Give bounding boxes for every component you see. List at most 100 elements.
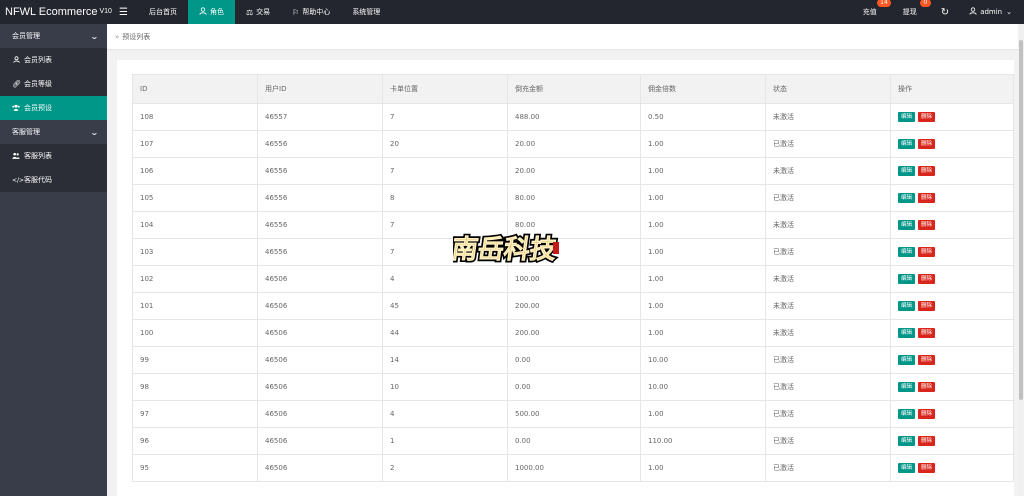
sidebar-item-label: 会员列表 <box>24 56 52 64</box>
nav-system[interactable]: 系统管理 <box>341 0 391 24</box>
breadcrumb-current[interactable]: 预设列表 <box>122 32 150 42</box>
cell-id: 99 <box>132 346 258 374</box>
cell-amount: 100.00 <box>507 265 641 293</box>
edit-button[interactable]: 编辑 <box>898 355 916 365</box>
app-logo[interactable]: NFWL Ecommerce V10 <box>0 0 112 24</box>
edit-button[interactable]: 编辑 <box>898 274 916 284</box>
cell-status: 已激活 <box>765 184 891 212</box>
sidebar-group-service[interactable]: 客服管理 ⌄ <box>0 120 107 144</box>
cell-user-id: 46506 <box>257 346 383 374</box>
flag-icon: ⚐ <box>292 7 300 17</box>
edit-button[interactable]: 编辑 <box>898 382 916 392</box>
cell-user-id: 46506 <box>257 400 383 428</box>
cell-card-position: 14 <box>382 346 508 374</box>
delete-button[interactable]: 删除 <box>918 166 936 176</box>
edit-button[interactable]: 编辑 <box>898 220 916 230</box>
cell-commission: 1.00 <box>640 157 766 185</box>
user-icon <box>12 55 20 65</box>
delete-button[interactable]: 删除 <box>918 409 936 419</box>
cell-user-id: 46556 <box>257 157 383 185</box>
sidebar-item-member-preset[interactable]: 会员预设 <box>0 96 107 120</box>
scrollbar-thumb[interactable] <box>1019 40 1023 400</box>
delete-button[interactable]: 删除 <box>918 382 936 392</box>
cell-status: 未激活 <box>765 103 891 131</box>
vertical-scrollbar[interactable] <box>1018 24 1024 496</box>
cell-actions: 编辑 删除 <box>890 400 1014 428</box>
cell-card-position: 45 <box>382 292 508 320</box>
nav-role-label: 角色 <box>209 8 224 16</box>
cell-status: 已激活 <box>765 427 891 455</box>
chevron-down-icon: ⌄ <box>89 31 100 41</box>
hamburger-icon: ☰ <box>119 6 128 18</box>
delete-button[interactable]: 删除 <box>918 301 936 311</box>
edit-button[interactable]: 编辑 <box>898 436 916 446</box>
cell-actions: 编辑 删除 <box>890 427 1014 455</box>
cell-card-position: 1 <box>382 427 508 455</box>
chevron-down-icon: ⌄ <box>89 127 100 137</box>
cell-status: 已激活 <box>765 373 891 401</box>
edit-button[interactable]: 编辑 <box>898 166 916 176</box>
cell-card-position: 2 <box>382 454 508 482</box>
cell-id: 107 <box>132 130 258 158</box>
cell-id: 100 <box>132 319 258 347</box>
cell-card-position: 7 <box>382 103 508 131</box>
cell-status: 已激活 <box>765 400 891 428</box>
delete-button[interactable]: 删除 <box>918 220 936 230</box>
withdraw-link[interactable]: 提现 0 <box>893 0 931 24</box>
col-header-commission: 佣金倍数 <box>640 74 766 104</box>
nav-system-label: 系统管理 <box>352 8 381 16</box>
sidebar-item-member-level[interactable]: 🔗︎ 会员等级 <box>0 72 107 96</box>
withdraw-label: 提现 <box>902 8 917 16</box>
delete-button[interactable]: 删除 <box>918 112 936 122</box>
cell-amount: 1000.00 <box>507 454 641 482</box>
delete-button[interactable]: 删除 <box>918 463 936 473</box>
sidebar-item-service-code[interactable]: </> 客服代码 <box>0 168 107 192</box>
cell-status: 未激活 <box>765 292 891 320</box>
edit-button[interactable]: 编辑 <box>898 301 916 311</box>
nav-home-label: 后台首页 <box>148 8 177 16</box>
cell-commission: 1.00 <box>640 292 766 320</box>
delete-button[interactable]: 删除 <box>918 193 936 203</box>
cell-user-id: 46556 <box>257 184 383 212</box>
delete-button[interactable]: 删除 <box>918 328 936 338</box>
main-content: » 预设列表 ID 用户ID 卡单位置 倒充金额 佣金倍数 状态 操作 108 4… <box>107 24 1024 496</box>
cell-commission: 1.00 <box>640 130 766 158</box>
edit-button[interactable]: 编辑 <box>898 328 916 338</box>
nav-help[interactable]: ⚐ 帮助中心 <box>281 0 341 24</box>
preset-table: ID 用户ID 卡单位置 倒充金额 佣金倍数 状态 操作 108 46557 7 48… <box>132 74 1014 482</box>
nav-trade[interactable]: ⚖ 交易 <box>235 0 281 24</box>
edit-button[interactable]: 编辑 <box>898 247 916 257</box>
table-row: 99 46506 14 0.00 10.00 已激活 编辑 删除 <box>132 346 1014 374</box>
cell-card-position: 44 <box>382 319 508 347</box>
edit-button[interactable]: 编辑 <box>898 409 916 419</box>
delete-button[interactable]: 删除 <box>918 247 936 257</box>
table-row: 108 46557 7 488.00 0.50 未激活 编辑 删除 <box>132 103 1014 131</box>
user-menu[interactable]: admin ⌄ <box>959 0 1024 24</box>
col-header-card-position: 卡单位置 <box>382 74 508 104</box>
sidebar-item-service-list[interactable]: 客服列表 <box>0 144 107 168</box>
col-header-id: ID <box>132 74 258 104</box>
edit-button[interactable]: 编辑 <box>898 463 916 473</box>
nav-home[interactable]: 后台首页 <box>138 0 188 24</box>
recharge-badge: 14 <box>877 0 891 7</box>
cell-status: 未激活 <box>765 319 891 347</box>
cell-status: 已激活 <box>765 346 891 374</box>
edit-button[interactable]: 编辑 <box>898 139 916 149</box>
cell-commission: 1.00 <box>640 454 766 482</box>
delete-button[interactable]: 删除 <box>918 436 936 446</box>
nav-role[interactable]: 角色 <box>187 0 235 24</box>
edit-button[interactable]: 编辑 <box>898 112 916 122</box>
recharge-link[interactable]: 充值 14 <box>853 0 891 24</box>
sidebar-item-member-list[interactable]: 会员列表 <box>0 48 107 72</box>
cell-actions: 编辑 删除 <box>890 103 1014 131</box>
edit-button[interactable]: 编辑 <box>898 193 916 203</box>
cell-id: 101 <box>132 292 258 320</box>
delete-button[interactable]: 删除 <box>918 355 936 365</box>
chevron-down-icon: ⌄ <box>1006 8 1012 16</box>
refresh-button[interactable]: ↻ <box>931 0 959 24</box>
sidebar-group-members[interactable]: 会员管理 ⌄ <box>0 24 107 48</box>
table-row: 105 46556 8 80.00 1.00 已激活 编辑 删除 <box>132 184 1014 212</box>
table-row: 100 46506 44 200.00 1.00 未激活 编辑 删除 <box>132 319 1014 347</box>
delete-button[interactable]: 删除 <box>918 139 936 149</box>
delete-button[interactable]: 删除 <box>918 274 936 284</box>
